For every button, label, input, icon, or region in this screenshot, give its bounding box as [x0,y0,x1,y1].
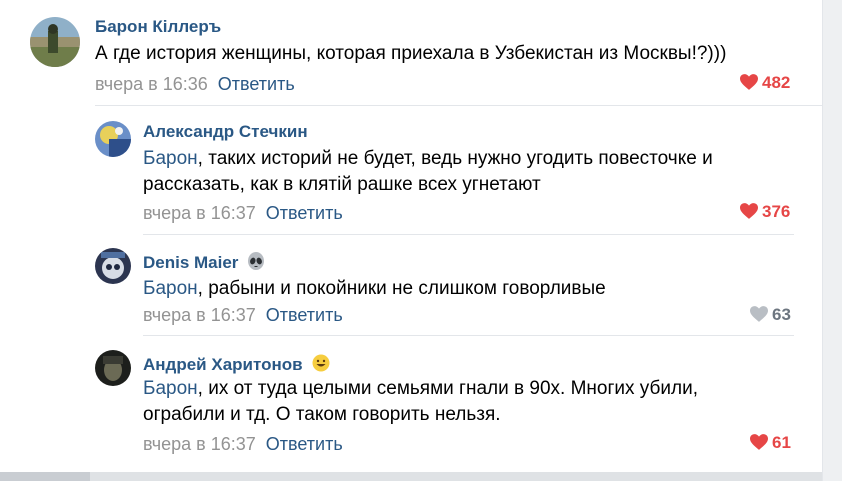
comment-text-line2: рассказать, как в клятій рашке всех угне… [143,174,541,195]
comment-meta: вчера в 16:37 Ответить [143,434,343,455]
comment-divider [143,234,794,235]
bottom-scrollbar[interactable] [0,472,822,481]
reply-button[interactable]: Ответить [266,305,343,325]
comment-time[interactable]: вчера в 16:37 [143,305,256,325]
heart-icon [740,203,758,219]
comment-body: , таких историй не будет, ведь нужно уго… [197,148,713,169]
comment-body: , их от туда целыми семьями гнали в 90х.… [197,378,698,399]
comment-author[interactable]: Барон Кiллеръ [95,17,221,37]
mention-link[interactable]: Барон [143,378,198,399]
comment-divider [95,105,822,106]
comment-time[interactable]: вчера в 16:36 [95,74,208,94]
like-button[interactable]: 63 [750,305,791,325]
author-name[interactable]: Denis Maier [143,253,238,272]
like-count: 63 [772,305,791,324]
grinning-face-emoji [311,353,331,378]
like-button[interactable]: 482 [740,73,790,93]
page-right-edge [822,0,842,481]
comment-text-line2: ограбили и тд. О таком говорить нельзя. [143,404,501,425]
comment-text: А где история женщины, которая приехала … [95,41,726,67]
alien-face-emoji [246,251,266,276]
heart-icon [740,74,758,90]
comment-body: , рабыни и покойники не слишком говорлив… [197,278,606,299]
comment-author[interactable]: Александр Стечкин [143,122,308,142]
comment-meta: вчера в 16:36 Ответить [95,74,295,95]
heart-icon [750,306,768,322]
avatar[interactable] [30,17,80,67]
like-count: 376 [762,202,791,221]
comment-divider [143,335,794,336]
comment-text: Барон, рабыни и покойники не слишком гов… [143,276,606,302]
reply-button[interactable]: Ответить [266,203,343,223]
reply-button[interactable]: Ответить [218,74,295,94]
comment-time[interactable]: вчера в 16:37 [143,203,256,223]
avatar[interactable] [95,248,131,284]
author-name[interactable]: Андрей Харитонов [143,355,303,374]
comment-body: А где история женщины, которая приехала … [95,43,727,64]
comment-text: Барон, таких историй не будет, ведь нужн… [143,146,713,172]
like-button[interactable]: 376 [740,202,790,222]
avatar[interactable] [95,350,131,386]
scrollbar-thumb[interactable] [0,472,90,481]
comment-author[interactable]: Андрей Харитонов [143,353,331,378]
mention-link[interactable]: Барон [143,278,198,299]
heart-icon [750,434,768,450]
like-count: 482 [762,73,791,92]
reply-button[interactable]: Ответить [266,434,343,454]
avatar[interactable] [95,121,131,157]
like-count: 61 [772,433,791,452]
comment-meta: вчера в 16:37 Ответить [143,203,343,224]
comment-text: Барон, их от туда целыми семьями гнали в… [143,376,698,402]
comment-time[interactable]: вчера в 16:37 [143,434,256,454]
comment-author[interactable]: Denis Maier [143,251,266,276]
comment-meta: вчера в 16:37 Ответить [143,305,343,326]
mention-link[interactable]: Барон [143,148,198,169]
like-button[interactable]: 61 [750,433,791,453]
